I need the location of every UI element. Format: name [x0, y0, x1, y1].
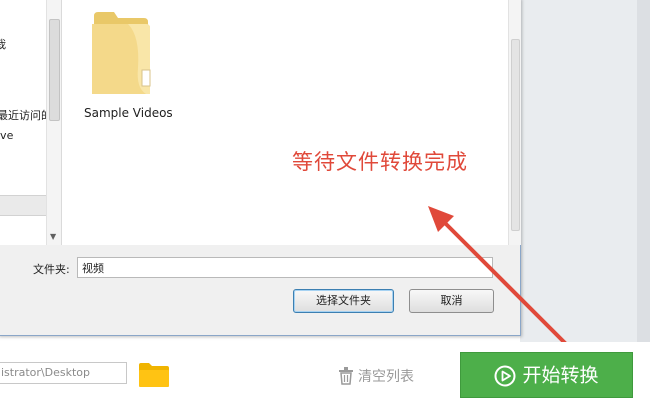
- clear-list-button[interactable]: 清空列表: [338, 366, 414, 386]
- folder-name-input[interactable]: [77, 257, 493, 278]
- select-folder-button[interactable]: 选择文件夹: [293, 289, 394, 313]
- start-convert-label: 开始转换: [522, 364, 599, 387]
- nav-scrollbar-thumb[interactable]: [49, 19, 60, 121]
- background-scrollbar: [637, 0, 650, 342]
- nav-item[interactable]: 栽: [0, 36, 6, 52]
- nav-item[interactable]: ive: [0, 129, 13, 142]
- folder-field-label: 文件夹:: [33, 263, 70, 276]
- folder-item-label[interactable]: Sample Videos: [84, 106, 173, 120]
- folder-icon[interactable]: [88, 8, 154, 96]
- folder-icon[interactable]: [138, 362, 170, 388]
- content-scrollbar[interactable]: [508, 0, 521, 245]
- cancel-button[interactable]: 取消: [409, 289, 494, 313]
- navigation-pane: 栽 最近访问的位置 ive ▼: [0, 0, 62, 245]
- output-path-field[interactable]: istrator\Desktop: [0, 362, 127, 384]
- clear-list-label: 清空列表: [358, 369, 414, 385]
- start-convert-button[interactable]: 开始转换: [460, 352, 633, 398]
- trash-icon: [339, 367, 353, 385]
- play-circle-icon: [494, 365, 516, 386]
- annotation-text: 等待文件转换完成: [292, 150, 468, 174]
- content-scrollbar-thumb[interactable]: [511, 39, 520, 231]
- scroll-down-arrow-icon[interactable]: ▼: [50, 232, 56, 241]
- background-panel: [520, 0, 650, 342]
- nav-selected-bar[interactable]: [0, 195, 47, 216]
- nav-scrollbar[interactable]: ▼: [46, 0, 61, 245]
